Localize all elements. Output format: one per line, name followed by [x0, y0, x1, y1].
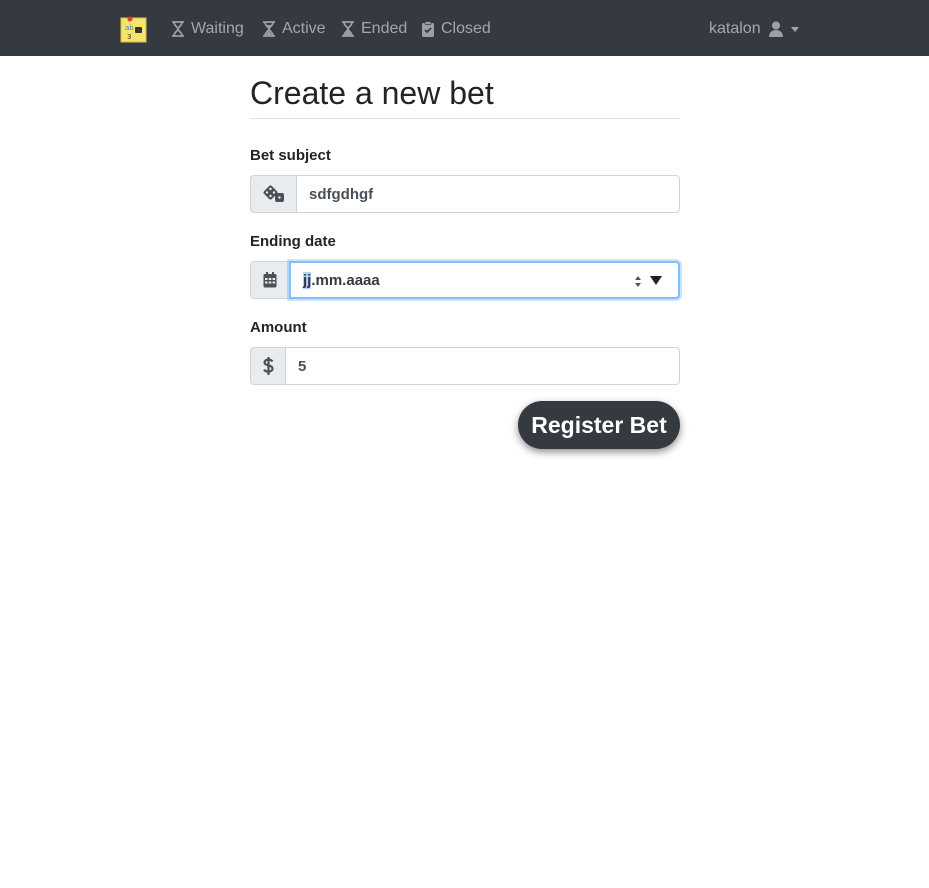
spinner-down-icon[interactable] — [635, 282, 641, 287]
bet-subject-group: sdfgdhgf — [250, 175, 680, 213]
sticky-note-logo-icon[interactable]: ab 3 — [120, 16, 148, 44]
bet-subject-input[interactable]: sdfgdhgf — [296, 175, 680, 213]
nav-ended[interactable]: Ended — [341, 18, 407, 40]
svg-text:3: 3 — [127, 33, 131, 41]
date-day-segment[interactable]: jj — [303, 271, 312, 289]
chevron-down-icon — [790, 26, 799, 32]
calendar-icon — [250, 261, 289, 299]
hourglass-end-icon — [342, 21, 354, 37]
top-navbar: ab 3 Waiting Active Ended Closed katalon — [0, 0, 929, 56]
ending-date-label: Ending date — [250, 233, 336, 250]
bet-subject-label: Bet subject — [250, 147, 331, 164]
spinner-up-icon[interactable] — [635, 275, 641, 280]
nav-active[interactable]: Active — [262, 18, 326, 40]
dice-icon — [250, 175, 296, 213]
svg-text:ab: ab — [125, 24, 134, 32]
nav-waiting-label: Waiting — [191, 20, 244, 37]
dollar-icon — [250, 347, 285, 385]
nav-waiting[interactable]: Waiting — [171, 18, 244, 40]
amount-input[interactable]: 5 — [285, 347, 680, 385]
amount-group: 5 — [250, 347, 680, 385]
user-icon — [768, 21, 783, 37]
user-dropdown[interactable]: katalon — [709, 18, 799, 40]
username-label: katalon — [709, 20, 761, 37]
date-rest-segment: .mm.aaaa — [311, 271, 380, 289]
ending-date-input[interactable]: jj .mm.aaaa — [289, 261, 680, 299]
nav-closed-label: Closed — [441, 20, 491, 37]
hourglass-start-icon — [172, 21, 184, 37]
nav-active-label: Active — [282, 20, 326, 37]
ending-date-group: jj .mm.aaaa — [250, 261, 680, 299]
amount-label: Amount — [250, 319, 307, 336]
date-spinner[interactable] — [632, 270, 644, 292]
register-bet-button[interactable]: Register Bet — [518, 401, 680, 449]
calendar-dropdown-icon[interactable] — [650, 276, 662, 285]
title-divider — [250, 118, 680, 119]
hourglass-half-icon — [263, 21, 275, 37]
page-title: Create a new bet — [250, 75, 494, 111]
nav-closed[interactable]: Closed — [421, 18, 491, 40]
clipboard-check-icon — [422, 21, 434, 37]
nav-ended-label: Ended — [361, 20, 408, 37]
